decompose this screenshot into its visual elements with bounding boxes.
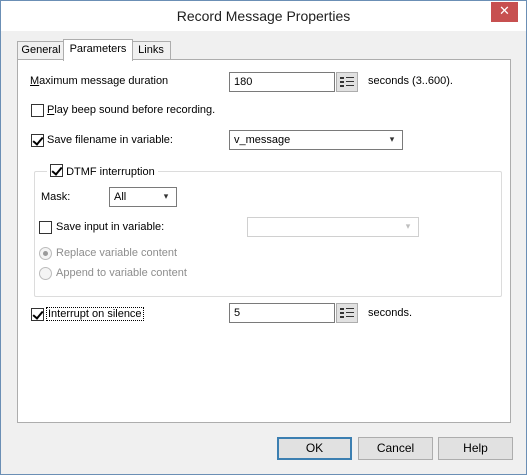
help-button[interactable]: Help bbox=[438, 437, 513, 460]
interrupt-silence-checkbox[interactable] bbox=[31, 308, 44, 321]
play-beep-checkbox[interactable] bbox=[31, 104, 44, 117]
append-label: Append to variable content bbox=[56, 267, 187, 279]
replace-label: Replace variable content bbox=[56, 247, 178, 259]
save-filename-label: Save filename in variable: bbox=[47, 134, 173, 146]
tab-general-label: General bbox=[21, 44, 61, 56]
window-title: Record Message Properties bbox=[176, 8, 351, 24]
save-filename-select[interactable]: v_message ▾ bbox=[229, 130, 403, 150]
interrupt-silence-label: Interrupt on silence bbox=[46, 307, 144, 321]
silence-unit: seconds. bbox=[368, 307, 413, 319]
append-radio[interactable] bbox=[39, 267, 52, 280]
dialog-window: Record Message Properties ✕ General Para… bbox=[0, 0, 527, 475]
save-filename-value: v_message bbox=[234, 134, 291, 146]
tab-links-label: Links bbox=[138, 44, 164, 56]
dtmf-checkbox[interactable] bbox=[50, 164, 63, 177]
play-beep-label: Play beep sound before recording. bbox=[47, 104, 215, 116]
max-duration-picker-button[interactable] bbox=[336, 72, 358, 92]
tab-links[interactable]: Links bbox=[131, 41, 171, 60]
save-input-label: Save input in variable: bbox=[56, 221, 165, 233]
mask-value: All bbox=[114, 191, 127, 203]
max-duration-label: Maximum message duration bbox=[30, 75, 169, 87]
close-icon: ✕ bbox=[499, 4, 510, 19]
save-input-checkbox[interactable] bbox=[39, 221, 52, 234]
dtmf-group: DTMF interruption Mask: All ▾ Save input… bbox=[34, 164, 502, 297]
parameters-panel: Maximum message duration 180 seconds (3.… bbox=[17, 59, 511, 423]
dtmf-legend: DTMF interruption bbox=[47, 164, 158, 178]
silence-picker-button[interactable] bbox=[336, 303, 358, 323]
save-input-select[interactable]: ▾ bbox=[247, 217, 419, 237]
play-beep-label-text: Play beep sound before recording. bbox=[47, 104, 216, 116]
chevron-down-icon: ▾ bbox=[389, 135, 395, 145]
close-button[interactable]: ✕ bbox=[491, 2, 518, 22]
list-picker-icon bbox=[340, 77, 354, 87]
silence-input[interactable]: 5 bbox=[229, 303, 335, 323]
dtmf-label: DTMF interruption bbox=[66, 166, 155, 178]
ok-button[interactable]: OK bbox=[277, 437, 352, 460]
tab-parameters-label: Parameters bbox=[69, 43, 127, 55]
mask-select[interactable]: All ▾ bbox=[109, 187, 177, 207]
list-picker-icon bbox=[340, 308, 354, 318]
save-filename-checkbox[interactable] bbox=[31, 134, 44, 147]
title-bar: Record Message Properties ✕ bbox=[1, 1, 526, 31]
interrupt-silence-label-text: Interrupt on silence bbox=[46, 307, 144, 321]
max-duration-unit: seconds (3..600). bbox=[368, 75, 453, 87]
replace-radio[interactable] bbox=[39, 247, 52, 260]
cancel-button[interactable]: Cancel bbox=[358, 437, 433, 460]
max-duration-input[interactable]: 180 bbox=[229, 72, 335, 92]
mask-label: Mask: bbox=[41, 191, 71, 203]
tab-parameters[interactable]: Parameters bbox=[63, 39, 133, 61]
chevron-down-icon: ▾ bbox=[163, 192, 169, 202]
chevron-down-icon: ▾ bbox=[405, 222, 411, 232]
tab-general[interactable]: General bbox=[17, 41, 65, 60]
